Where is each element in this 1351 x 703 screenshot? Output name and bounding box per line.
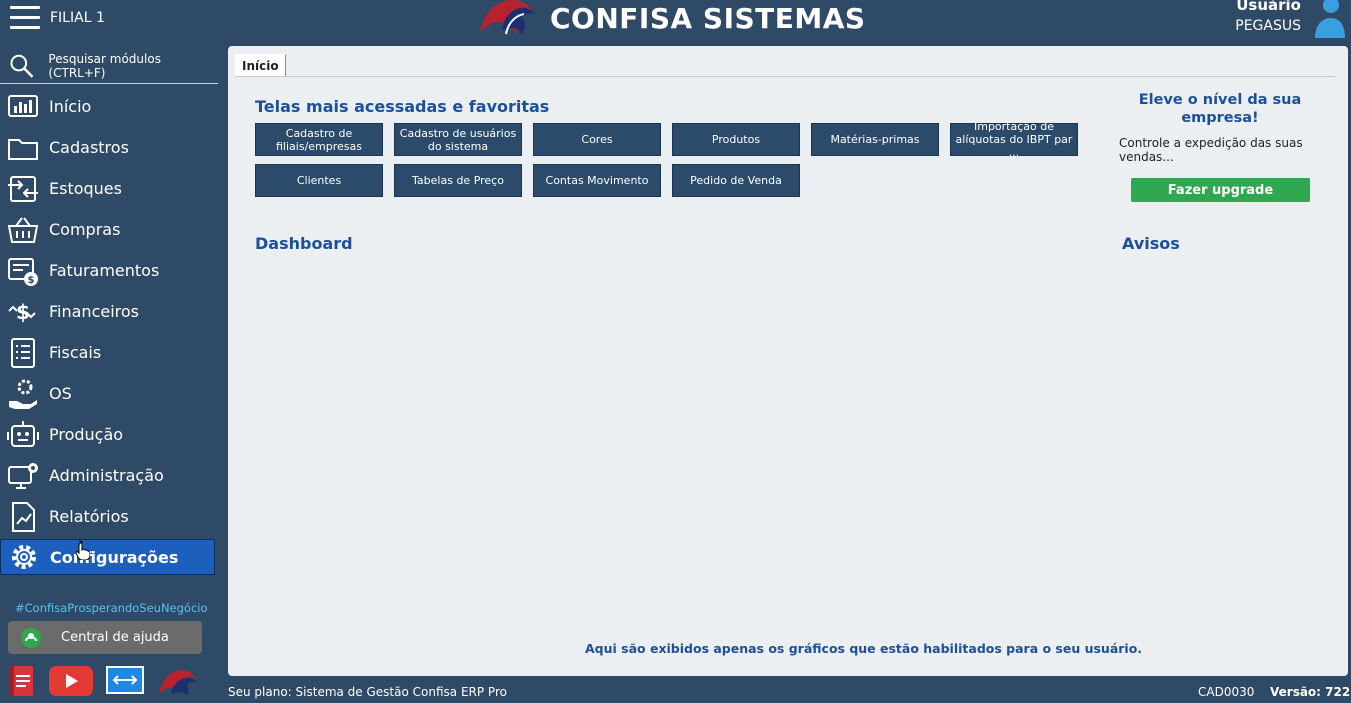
stock-transfer-icon xyxy=(8,175,38,202)
gear-icon xyxy=(12,545,36,569)
favorite-shortcut-button[interactable]: Cadastro de filiais/empresas xyxy=(255,123,383,156)
sidebar-item-fiscais[interactable]: Fiscais xyxy=(0,332,220,373)
svg-text:$: $ xyxy=(16,300,30,324)
sidebar-item-label: Configurações xyxy=(50,547,179,567)
sidebar-item-compras[interactable]: Compras xyxy=(0,209,220,250)
notices-heading: Avisos xyxy=(1122,234,1180,253)
main-panel: Início Telas mais acessadas e favoritas … xyxy=(228,46,1348,676)
manual-book-icon[interactable] xyxy=(6,664,36,698)
plan-status: Seu plano: Sistema de Gestão Confisa ERP… xyxy=(228,685,507,699)
tab-inicio[interactable]: Início xyxy=(235,54,286,76)
logo-text: CONFISA SISTEMAS xyxy=(550,1,866,35)
remote-access-icon[interactable] xyxy=(106,666,144,696)
user-title: Usuário xyxy=(1236,0,1301,14)
svg-text:$: $ xyxy=(28,275,35,286)
sidebar-item-producao[interactable]: Produção xyxy=(0,414,220,455)
horse-logo-icon xyxy=(480,0,536,35)
version-label: Versão: 722 xyxy=(1270,685,1351,699)
sidebar-item-label: Produção xyxy=(49,425,124,444)
sidebar-item-label: Fiscais xyxy=(49,343,102,362)
sidebar-item-label: Faturamentos xyxy=(49,261,160,280)
dollar-flow-icon: $ xyxy=(8,300,36,324)
module-nav: Início Cadastros Estoques Compras $ Fatu… xyxy=(0,86,220,578)
help-center-button[interactable]: Central de ajuda xyxy=(8,621,202,654)
sidebar-item-label: Financeiros xyxy=(49,302,140,321)
user-avatar-icon[interactable] xyxy=(1311,0,1345,38)
screen-code: CAD0030 xyxy=(1198,685,1255,699)
sidebar-item-cadastros[interactable]: Cadastros xyxy=(0,127,220,168)
youtube-icon[interactable] xyxy=(49,666,93,696)
app-logo: CONFISA SISTEMAS xyxy=(476,0,866,38)
favorite-shortcut-button[interactable]: Clientes xyxy=(255,164,383,197)
sidebar-item-label: Cadastros xyxy=(49,138,129,157)
favorite-shortcut-button[interactable]: Produtos xyxy=(672,123,800,156)
sidebar-item-label: Início xyxy=(49,97,92,116)
sidebar-item-inicio[interactable]: Início xyxy=(0,86,220,127)
basket-icon xyxy=(7,216,39,243)
sidebar: Pesquisar módulos (CTRL+F) Início Cadast… xyxy=(0,44,220,703)
report-chart-icon xyxy=(12,501,35,532)
checklist-icon xyxy=(11,337,35,368)
top-bar: FILIAL 1 CONFISA SISTEMAS Usuário PEGASU… xyxy=(0,0,1351,44)
sidebar-item-os[interactable]: OS xyxy=(0,373,220,414)
search-icon xyxy=(10,54,34,78)
confisa-horse-icon[interactable] xyxy=(157,666,197,696)
upgrade-heading: Eleve o nível da sua empresa! xyxy=(1138,92,1302,126)
dashboard-heading: Dashboard xyxy=(255,234,353,253)
favorite-shortcut-button[interactable]: Importação de alíquotas do IBPT par ... xyxy=(950,120,1078,159)
monitor-gear-icon xyxy=(8,462,38,489)
sidebar-item-label: Administração xyxy=(49,466,164,485)
upgrade-text: Controle a expedição das suas vendas... xyxy=(1119,136,1303,164)
sidebar-item-financeiros[interactable]: $ Financeiros xyxy=(0,291,220,332)
branch-label[interactable]: FILIAL 1 xyxy=(50,10,105,26)
favorite-shortcut-button[interactable]: Cadastro de usuários do sistema xyxy=(394,123,522,156)
sidebar-item-label: Estoques xyxy=(49,179,122,198)
folder-icon xyxy=(8,138,38,160)
favorite-shortcut-button[interactable]: Contas Movimento xyxy=(533,164,661,197)
favorite-shortcut-button[interactable]: Pedido de Venda xyxy=(672,164,800,197)
help-center-label: Central de ajuda xyxy=(61,630,169,645)
sidebar-item-label: Compras xyxy=(49,220,121,239)
hand-gear-icon xyxy=(9,379,37,409)
invoice-dollar-icon: $ xyxy=(8,257,38,286)
hand-cursor-icon xyxy=(76,540,90,560)
sidebar-item-administracao[interactable]: Administração xyxy=(0,455,220,496)
module-search-input[interactable]: Pesquisar módulos (CTRL+F) xyxy=(0,48,218,84)
hashtag-text: #ConfisaProsperandoSeuNegócio xyxy=(15,601,208,615)
sidebar-item-faturamentos[interactable]: $ Faturamentos xyxy=(0,250,220,291)
menu-icon[interactable] xyxy=(10,6,40,30)
sidebar-item-estoques[interactable]: Estoques xyxy=(0,168,220,209)
chart-monitor-icon xyxy=(8,94,38,117)
sidebar-item-label: OS xyxy=(49,384,72,403)
dashboard-note: Aqui são exibidos apenas os gráficos que… xyxy=(585,641,1143,656)
quick-links xyxy=(6,664,210,698)
upgrade-button[interactable]: Fazer upgrade xyxy=(1131,178,1310,202)
favorite-shortcut-button[interactable]: Matérias-primas xyxy=(811,123,939,156)
robot-icon xyxy=(7,420,39,447)
user-name: PEGASUS xyxy=(1235,18,1301,34)
sidebar-item-configuracoes[interactable]: Configurações xyxy=(0,539,215,575)
favorite-shortcut-button[interactable]: Tabelas de Preço xyxy=(394,164,522,197)
support-agent-icon xyxy=(21,627,41,648)
tab-divider xyxy=(235,76,1335,77)
favorites-heading: Telas mais acessadas e favoritas xyxy=(255,97,550,116)
favorite-shortcut-button[interactable]: Cores xyxy=(533,123,661,156)
sidebar-item-label: Relatórios xyxy=(49,507,129,526)
sidebar-item-relatorios[interactable]: Relatórios xyxy=(0,496,220,537)
user-box[interactable]: Usuário PEGASUS xyxy=(1235,0,1301,34)
search-placeholder: Pesquisar módulos (CTRL+F) xyxy=(48,51,161,80)
